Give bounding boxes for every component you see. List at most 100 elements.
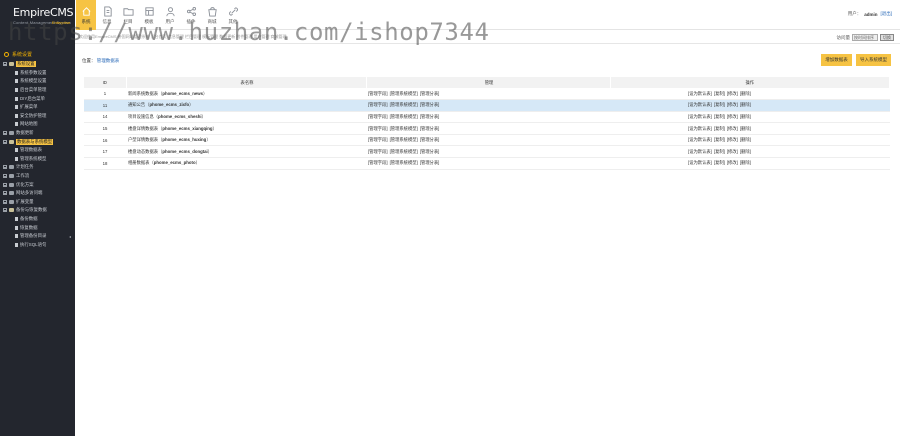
table-row[interactable]: 1 新闻系统数据表（phome_ecms_news） [管理字段] [管理系统模型][… xyxy=(84,88,890,101)
manage-link[interactable]: [管理分表] xyxy=(420,149,440,154)
sidebar-item[interactable]: 系统模型设置 xyxy=(0,77,75,86)
nav-item-2[interactable]: 栏目 xyxy=(118,0,138,30)
manage-link[interactable]: [管理分表] xyxy=(420,126,440,131)
operation-link[interactable]: [设为默认表] xyxy=(688,102,712,107)
sidebar-item[interactable]: 系统参数设置 xyxy=(0,69,75,78)
operation-link[interactable]: [修改] xyxy=(727,102,738,107)
operation-link[interactable]: [删除] xyxy=(740,149,751,154)
operation-link[interactable]: [修改] xyxy=(727,126,738,131)
sidebar-group[interactable]: 数据更新 xyxy=(0,129,75,138)
sidebar-item[interactable]: 执行SQL语句 xyxy=(0,240,75,249)
expand-icon[interactable] xyxy=(3,131,7,136)
operation-link[interactable]: [复制] xyxy=(714,126,725,131)
manage-link[interactable]: [管理分表] xyxy=(420,137,440,142)
sidebar-group[interactable]: 系统设置 xyxy=(0,60,75,69)
operation-link[interactable]: [复制] xyxy=(714,114,725,119)
operation-link[interactable]: [修改] xyxy=(727,149,738,154)
sidebar-item[interactable]: 恢复数据 xyxy=(0,223,75,232)
expand-icon[interactable] xyxy=(3,191,7,196)
sidebar-group[interactable]: 备份与恢复数据 xyxy=(0,206,75,215)
nav-item-5[interactable]: 插件 xyxy=(181,0,201,30)
sidebar-group[interactable]: 数据表与系统模型 xyxy=(0,137,75,146)
operation-link[interactable]: [设为默认表] xyxy=(688,114,712,119)
manage-link[interactable]: [管理字段] xyxy=(368,114,388,119)
operation-link[interactable]: [删除] xyxy=(740,160,751,165)
manage-link[interactable]: [管理系统模型] xyxy=(390,160,418,165)
view-mode-select[interactable]: 按时间排序 xyxy=(852,34,878,41)
manage-link[interactable]: [管理系统模型] xyxy=(390,149,418,154)
collapse-icon[interactable] xyxy=(3,62,7,67)
manage-link[interactable]: [管理系统模型] xyxy=(390,137,418,142)
table-row[interactable]: 18 相册数据表（phome_ecms_photo） [管理字段] [管理系统模型][… xyxy=(84,157,890,170)
table-row[interactable]: 14 项目设施信息（phome_ecms_sheshi） [管理字段] [管理系统模型… xyxy=(84,111,890,124)
expand-icon[interactable] xyxy=(3,182,7,187)
manage-link[interactable]: [管理系统模型] xyxy=(390,91,418,96)
operation-link[interactable]: [复制] xyxy=(714,102,725,107)
sidebar-item[interactable]: 管理备份目录 ◂ xyxy=(0,232,75,241)
sidebar-item[interactable]: DIY后台菜单 xyxy=(0,94,75,103)
operation-link[interactable]: [复制] xyxy=(714,160,725,165)
view-mode-button[interactable]: 切换 xyxy=(880,34,894,41)
sidebar-item[interactable]: 备份数据 xyxy=(0,215,75,224)
nav-item-0[interactable]: 系统 xyxy=(76,0,96,30)
sidebar-group[interactable]: 计划任务 xyxy=(0,163,75,172)
manage-link[interactable]: [管理系统模型] xyxy=(390,102,418,107)
manage-link[interactable]: [管理分表] xyxy=(420,114,440,119)
sidebar-item[interactable]: 安全防护管理 xyxy=(0,112,75,121)
operation-link[interactable]: [复制] xyxy=(714,91,725,96)
operation-link[interactable]: [删除] xyxy=(740,137,751,142)
nav-item-1[interactable]: 信息 xyxy=(97,0,117,30)
manage-link[interactable]: [管理字段] xyxy=(368,91,388,96)
operation-link[interactable]: [删除] xyxy=(740,91,751,96)
operation-link[interactable]: [复制] xyxy=(714,137,725,142)
manage-link[interactable]: [管理字段] xyxy=(368,160,388,165)
nav-item-6[interactable]: 商城 xyxy=(202,0,222,30)
expand-icon[interactable] xyxy=(3,174,7,179)
manage-link[interactable]: [管理字段] xyxy=(368,149,388,154)
manage-link[interactable]: [管理字段] xyxy=(368,137,388,142)
expand-icon[interactable] xyxy=(3,199,7,204)
table-row[interactable]: 17 楼盘动态数据表（phome_ecms_dongtai） [管理字段] [管理系统… xyxy=(84,145,890,159)
operation-link[interactable]: [设为默认表] xyxy=(688,91,712,96)
sidebar-group[interactable]: 扩展变量 xyxy=(0,198,75,207)
operation-link[interactable]: [设为默认表] xyxy=(688,126,712,131)
sidebar-item[interactable]: 管理系统模型 xyxy=(0,155,75,164)
collapse-icon[interactable] xyxy=(3,208,7,213)
operation-link[interactable]: [复制] xyxy=(714,149,725,154)
sidebar-group[interactable]: 网站多访问端 xyxy=(0,189,75,198)
logout-link[interactable]: [退出] xyxy=(880,11,892,17)
import-model-button[interactable]: 导入系统模型 xyxy=(856,54,891,66)
sidebar-item[interactable]: 扩展菜单 xyxy=(0,103,75,112)
manage-link[interactable]: [管理字段] xyxy=(368,102,388,107)
nav-item-7[interactable]: 其他 xyxy=(223,0,243,30)
operation-link[interactable]: [设为默认表] xyxy=(688,149,712,154)
manage-link[interactable]: [管理系统模型] xyxy=(390,114,418,119)
operation-link[interactable]: [修改] xyxy=(727,114,738,119)
add-table-button[interactable]: 增加数据表 xyxy=(821,54,852,66)
sidebar-group[interactable]: 优化方案 xyxy=(0,180,75,189)
nav-item-4[interactable]: 用户 xyxy=(160,0,180,30)
operation-link[interactable]: [删除] xyxy=(740,114,751,119)
collapse-icon[interactable] xyxy=(3,139,7,144)
manage-link[interactable]: [管理分表] xyxy=(420,160,440,165)
sidebar-item[interactable]: 网站地图 xyxy=(0,120,75,129)
nav-item-3[interactable]: 模板 xyxy=(139,0,159,30)
manage-link[interactable]: [管理字段] xyxy=(368,126,388,131)
table-row[interactable]: 15 楼盘详情数据表（phome_ecms_xiangqing） [管理字段] [管理… xyxy=(84,122,890,135)
sidebar-item[interactable]: 管理数据表 xyxy=(0,146,75,155)
expand-icon[interactable] xyxy=(3,165,7,170)
manage-link[interactable]: [管理系统模型] xyxy=(390,126,418,131)
table-row[interactable]: 11 通知公告（phome_ecms_zixfo） [管理字段] [管理系统模型] [管… xyxy=(84,99,890,112)
operation-link[interactable]: [修改] xyxy=(727,137,738,142)
manage-link[interactable]: [管理分表] xyxy=(420,91,440,96)
operation-link[interactable]: [删除] xyxy=(740,126,751,131)
operation-link[interactable]: [删除] xyxy=(740,102,751,107)
operation-link[interactable]: [修改] xyxy=(727,160,738,165)
operation-link[interactable]: [修改] xyxy=(727,91,738,96)
operation-link[interactable]: [设为默认表] xyxy=(688,160,712,165)
manage-link[interactable]: [管理分表] xyxy=(420,102,440,107)
table-row[interactable]: 16 户型详情数据表（phome_ecms_huxing） [管理字段] [管理系统模… xyxy=(84,134,890,147)
position-link[interactable]: 管理数据表 xyxy=(97,58,120,63)
sidebar-item[interactable]: 后台菜单管理 xyxy=(0,86,75,95)
sidebar-group[interactable]: 工作流 xyxy=(0,172,75,181)
